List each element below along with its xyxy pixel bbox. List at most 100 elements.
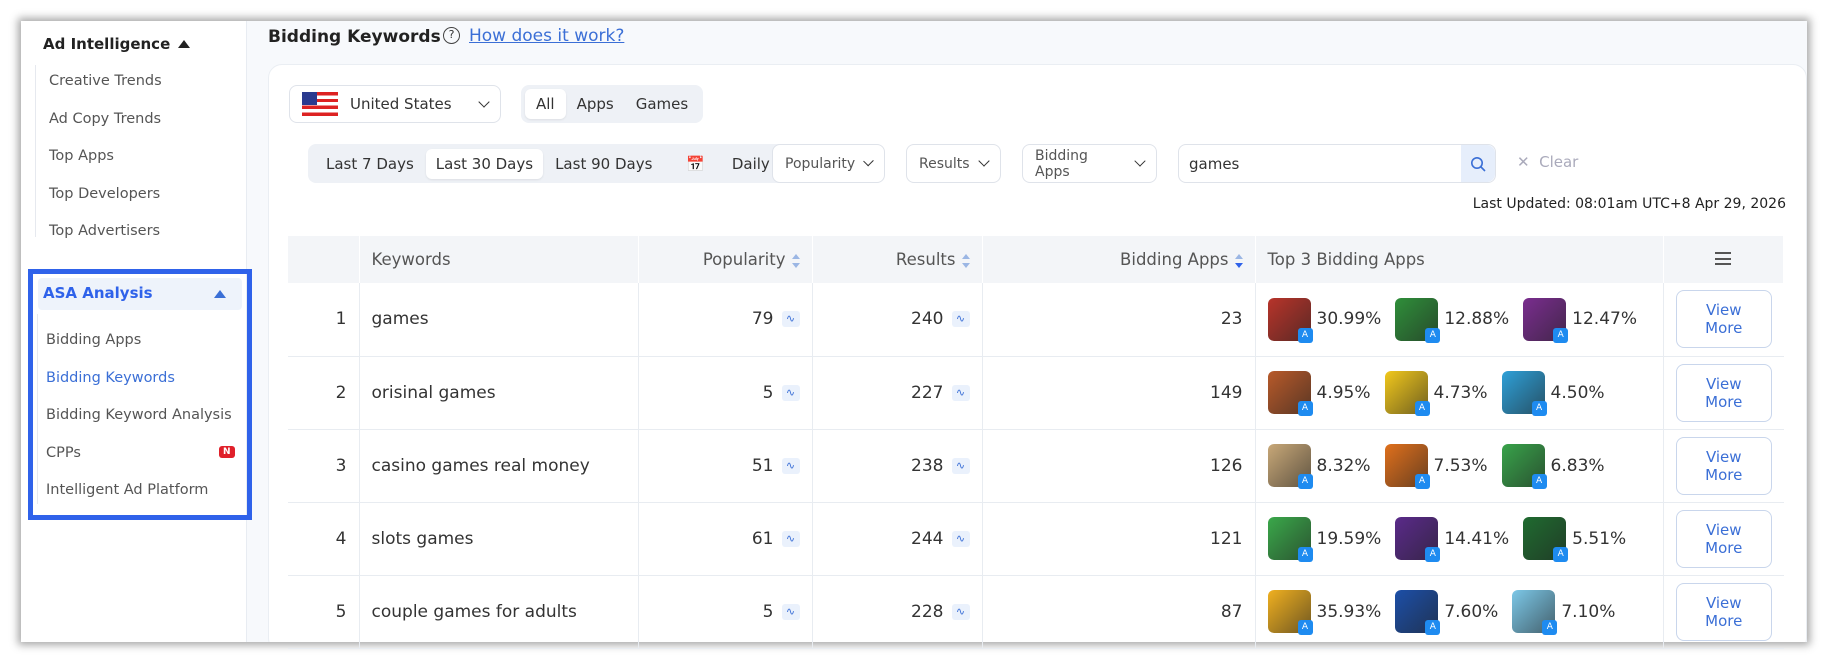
bidding-apps-filter[interactable]: Bidding Apps <box>1022 144 1157 183</box>
app-icon[interactable]: A <box>1267 297 1313 343</box>
help-icon[interactable]: ? <box>443 27 460 44</box>
column-bidding-apps[interactable]: Bidding Apps <box>982 236 1256 283</box>
keyword[interactable]: casino games real money <box>359 429 639 503</box>
app-icon[interactable]: A <box>1501 371 1547 416</box>
column-results[interactable]: Results <box>812 236 983 283</box>
page-title: Bidding Keywords <box>268 27 441 47</box>
results-filter[interactable]: Results <box>906 144 1001 183</box>
bidding-app[interactable]: A 5.51% <box>1523 517 1626 562</box>
bidding-app[interactable]: A 14.41% <box>1395 517 1509 562</box>
sidebar-item-ad-copy-trends[interactable]: Ad Copy Trends <box>49 111 161 127</box>
app-icon[interactable]: A <box>1384 444 1430 489</box>
app-icon[interactable]: A <box>1267 590 1313 635</box>
bidding-app[interactable]: A 7.53% <box>1384 444 1488 489</box>
app-icon[interactable]: A <box>1501 444 1547 489</box>
sidebar-item-bidding-keyword-analysis[interactable]: Bidding Keyword Analysis <box>46 407 232 423</box>
sort-icon[interactable] <box>791 253 800 268</box>
bidding-app[interactable]: A 12.47% <box>1523 297 1637 343</box>
app-share: 4.50% <box>1550 382 1605 403</box>
collapse-icon[interactable] <box>178 40 190 48</box>
view-more-button[interactable]: View More <box>1675 290 1772 349</box>
app-icon[interactable]: A <box>1395 517 1441 562</box>
trend-chart-icon[interactable]: ∿ <box>781 603 800 620</box>
popularity-filter[interactable]: Popularity <box>772 144 885 183</box>
keyword[interactable]: slots games <box>359 502 639 576</box>
sidebar-item-intelligent-ad-platform[interactable]: Intelligent Ad Platform <box>46 482 208 498</box>
bidding-app[interactable]: A 35.93% <box>1267 590 1381 635</box>
sidebar-item-top-developers[interactable]: Top Developers <box>49 186 160 202</box>
tab-games[interactable]: Games <box>625 89 699 119</box>
keyword[interactable]: orisinal games <box>359 356 639 430</box>
view-more-button[interactable]: View More <box>1675 582 1772 641</box>
app-icon[interactable]: A <box>1395 297 1441 343</box>
app-icon[interactable]: A <box>1523 297 1569 343</box>
date-range-tabs: Last 7 Days Last 30 Days Last 90 Days 📅 … <box>308 144 798 183</box>
sidebar-item-creative-trends[interactable]: Creative Trends <box>49 73 162 89</box>
trend-chart-icon[interactable]: ∿ <box>781 311 800 328</box>
clear-button[interactable]: ✕ Clear <box>1517 153 1578 171</box>
trend-chart-icon[interactable]: ∿ <box>951 384 970 401</box>
sidebar-section-ad-intelligence[interactable]: Ad Intelligence <box>43 35 170 53</box>
sort-desc-icon[interactable] <box>1234 253 1243 268</box>
country-select[interactable]: United States <box>289 85 501 123</box>
app-icon[interactable]: A <box>1384 371 1430 416</box>
keyword[interactable]: couple games for adults <box>359 575 639 649</box>
column-settings[interactable] <box>1663 236 1785 283</box>
view-more-button[interactable]: View More <box>1675 436 1772 495</box>
tab-apps[interactable]: Apps <box>566 89 625 119</box>
app-icon[interactable]: A <box>1523 517 1569 562</box>
sidebar-item-top-apps[interactable]: Top Apps <box>49 148 114 164</box>
bidding-app[interactable]: A 7.60% <box>1395 590 1498 635</box>
app-store-icon: A <box>1297 401 1313 416</box>
keyword[interactable]: games <box>359 283 639 357</box>
tab-all[interactable]: All <box>525 89 566 119</box>
app-icon[interactable]: A <box>1395 590 1441 635</box>
trend-chart-icon[interactable]: ∿ <box>781 457 800 474</box>
trend-chart-icon[interactable]: ∿ <box>951 457 970 474</box>
clear-label: Clear <box>1539 153 1579 171</box>
keyword-search-input[interactable]: games <box>1178 144 1496 183</box>
app-icon[interactable]: A <box>1267 371 1313 416</box>
trend-chart-icon[interactable]: ∿ <box>951 311 970 328</box>
how-does-it-work-link[interactable]: How does it work? <box>469 26 624 46</box>
bidding-app[interactable]: A 30.99% <box>1267 297 1381 343</box>
results-value: 240 <box>911 309 944 330</box>
tab-last-90-days[interactable]: Last 90 Days <box>543 149 664 179</box>
app-icon[interactable]: A <box>1512 590 1558 635</box>
menu-icon[interactable] <box>1715 252 1732 265</box>
bidding-apps-header-label: Bidding Apps <box>1120 250 1229 269</box>
table-row: 2 orisinal games 5 ∿ 227 ∿ 149 A 4.95% A 4.73… <box>288 356 1784 430</box>
trend-chart-icon[interactable]: ∿ <box>951 603 970 620</box>
sort-icon[interactable] <box>961 253 970 268</box>
top-apps-cell: A 30.99% A 12.88% A 12.47% <box>1255 283 1664 357</box>
bidding-app[interactable]: A 4.73% <box>1384 371 1488 416</box>
trend-chart-icon[interactable]: ∿ <box>781 530 800 547</box>
bidding-app[interactable]: A 8.32% <box>1267 444 1371 489</box>
app-icon[interactable]: A <box>1267 444 1313 489</box>
bidding-app[interactable]: A 4.50% <box>1501 371 1605 416</box>
app-store-icon: A <box>1297 474 1313 489</box>
collapse-icon[interactable] <box>214 290 226 298</box>
column-popularity[interactable]: Popularity <box>638 236 813 283</box>
tab-last-7-days[interactable]: Last 7 Days <box>314 149 426 179</box>
sidebar-item-cpps[interactable]: CPPs <box>46 445 81 461</box>
popularity-cell: 5 ∿ <box>638 575 813 649</box>
bidding-app[interactable]: A 12.88% <box>1395 297 1509 343</box>
sidebar-section-asa-analysis[interactable]: ASA Analysis <box>38 278 242 310</box>
asa-analysis-label: ASA Analysis <box>43 284 153 302</box>
trend-chart-icon[interactable]: ∿ <box>951 530 970 547</box>
trend-chart-icon[interactable]: ∿ <box>781 384 800 401</box>
sidebar-item-top-advertisers[interactable]: Top Advertisers <box>49 223 160 239</box>
sidebar-item-bidding-apps[interactable]: Bidding Apps <box>46 332 141 348</box>
bidding-app[interactable]: A 7.10% <box>1512 590 1615 635</box>
sidebar-item-bidding-keywords[interactable]: Bidding Keywords <box>46 370 175 386</box>
app-icon[interactable]: A <box>1267 517 1313 562</box>
app-share: 19.59% <box>1316 528 1382 549</box>
view-more-button[interactable]: View More <box>1675 363 1772 422</box>
bidding-app[interactable]: A 4.95% <box>1267 371 1371 416</box>
view-more-button[interactable]: View More <box>1675 509 1772 568</box>
search-button[interactable] <box>1461 145 1495 182</box>
bidding-app[interactable]: A 19.59% <box>1267 517 1382 562</box>
bidding-app[interactable]: A 6.83% <box>1501 444 1605 489</box>
tab-last-30-days[interactable]: Last 30 Days <box>425 148 544 179</box>
